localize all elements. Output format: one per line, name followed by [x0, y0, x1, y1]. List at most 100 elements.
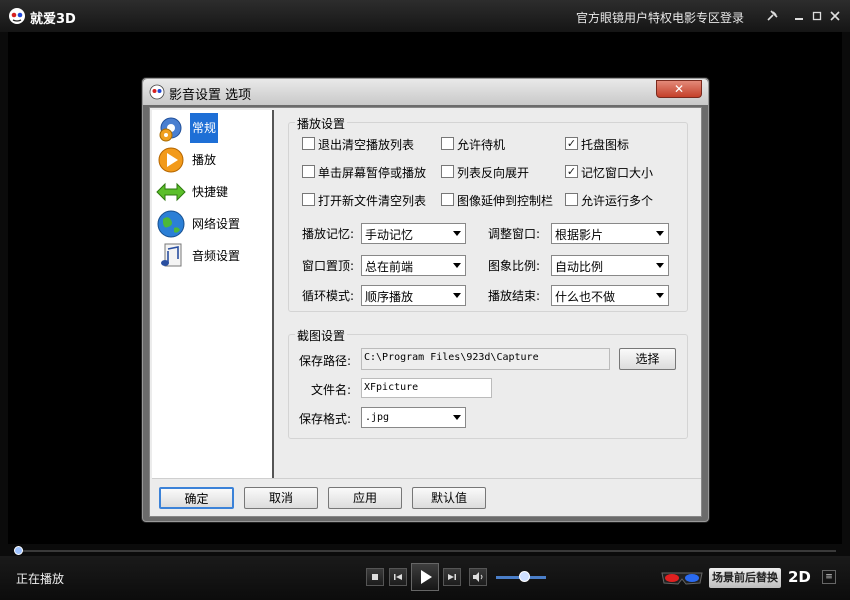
nav-item-hotkeys[interactable]: 快捷键 [154, 176, 272, 206]
checkbox-box[interactable] [441, 137, 454, 150]
checkbox-box-checked[interactable]: ✓ [565, 165, 578, 178]
nav-label: 快捷键 [192, 185, 229, 199]
play-icon[interactable] [411, 563, 439, 591]
select-value: 根据影片 [555, 228, 604, 242]
checkbox-label: 图像延伸到控制栏 [457, 194, 554, 208]
checkbox-label: 打开新文件清空列表 [318, 194, 427, 208]
nav-label: 网络设置 [192, 217, 241, 231]
save-path-field[interactable]: C:\Program Files\923d\Capture [361, 348, 610, 370]
volume-handle[interactable] [518, 571, 530, 582]
menu-icon[interactable]: ≡ [822, 570, 836, 584]
nav-label: 常规 [190, 113, 219, 143]
playback-end-select[interactable]: 什么也不做 [551, 285, 669, 306]
music-icon [161, 243, 182, 267]
chevron-down-icon [453, 263, 461, 268]
title-bar[interactable]: 就爱3D 官方眼镜用户特权电影专区 登录 [0, 0, 850, 32]
browse-button[interactable]: 选择 [619, 348, 676, 370]
checkbox-box[interactable] [441, 165, 454, 178]
select-label: 图象比例: [488, 259, 541, 273]
playback-memory-select[interactable]: 手动记忆 [361, 223, 466, 244]
gear-icon [159, 117, 182, 142]
seek-handle[interactable] [14, 546, 23, 555]
prev-icon[interactable] [389, 568, 407, 586]
select-label: 窗口置顶: [302, 259, 355, 273]
filename-label: 文件名: [311, 383, 352, 397]
ok-button[interactable]: 确定 [159, 487, 234, 509]
volume-icon[interactable] [469, 568, 487, 586]
nav-label: 音频设置 [192, 249, 241, 263]
select-label: 调整窗口: [488, 227, 541, 241]
select-value: 什么也不做 [555, 290, 616, 304]
aspect-ratio-select[interactable]: 自动比例 [551, 255, 669, 276]
capture-settings-title: 截图设置 [295, 327, 348, 344]
save-path-label: 保存路径: [299, 354, 352, 368]
settings-dialog: 影音设置 选项 ✕ 常规 播放 快捷键 网络设置 音频设置 播放设置 退出清空播… [142, 78, 709, 522]
minimize-icon[interactable] [792, 9, 806, 23]
login-link[interactable]: 登录 [720, 9, 744, 26]
app-logo-icon [9, 8, 25, 24]
select-value: 总在前端 [365, 260, 414, 274]
checkbox-label: 允许待机 [457, 138, 506, 152]
app-title: 就爱3D [30, 12, 76, 27]
close-icon[interactable] [828, 9, 842, 23]
2d-mode-button[interactable]: 2D [788, 568, 811, 586]
window-on-top-select[interactable]: 总在前端 [361, 255, 466, 276]
filename-field[interactable]: XFpicture [361, 378, 492, 398]
checkbox-label: 单击屏幕暂停或播放 [318, 166, 427, 180]
checkbox-label: 记忆窗口大小 [581, 166, 654, 180]
player-window: 就爱3D 官方眼镜用户特权电影专区 登录 影音设置 选项 ✕ 常规 播放 快捷键… [0, 0, 850, 600]
settings-nav: 常规 播放 快捷键 网络设置 音频设置 [152, 110, 274, 478]
checkbox-box[interactable] [441, 193, 454, 206]
adjust-window-select[interactable]: 根据影片 [551, 223, 669, 244]
chevron-down-icon [656, 231, 664, 236]
checkbox-box[interactable] [302, 193, 315, 206]
next-icon[interactable] [443, 568, 461, 586]
chevron-down-icon [453, 231, 461, 236]
chevron-down-icon [453, 415, 461, 420]
checkbox-box[interactable] [565, 193, 578, 206]
nav-item-general[interactable]: 常规 [154, 112, 272, 143]
chevron-down-icon [656, 293, 664, 298]
3d-glasses-icon[interactable] [660, 567, 704, 589]
checkbox-box-checked[interactable]: ✓ [565, 137, 578, 150]
promo-link[interactable]: 官方眼镜用户特权电影专区 [576, 9, 720, 26]
dialog-body: 常规 播放 快捷键 网络设置 音频设置 播放设置 退出清空播放列表 允许待机 ✓… [149, 107, 702, 517]
dialog-title: 影音设置 选项 [169, 88, 252, 103]
maximize-icon[interactable] [810, 9, 824, 23]
control-bar: 正在播放 场景前后替换 2D ≡ [0, 556, 850, 600]
dialog-footer: 确定 取消 应用 默认值 [152, 478, 701, 516]
apply-button[interactable]: 应用 [328, 487, 402, 509]
seek-bar[interactable] [8, 546, 842, 556]
loop-mode-select[interactable]: 顺序播放 [361, 285, 466, 306]
checkbox-label: 允许运行多个 [581, 194, 654, 208]
select-label: 播放结束: [488, 289, 541, 303]
save-format-select[interactable]: .jpg [361, 407, 466, 428]
default-button[interactable]: 默认值 [412, 487, 486, 509]
dialog-close-button[interactable]: ✕ [656, 80, 702, 98]
nav-item-network[interactable]: 网络设置 [154, 208, 272, 238]
cancel-button[interactable]: 取消 [244, 487, 318, 509]
save-format-label: 保存格式: [299, 412, 352, 426]
dialog-title-bar[interactable]: 影音设置 选项 ✕ [143, 79, 708, 105]
chevron-down-icon [656, 263, 664, 268]
scene-swap-button[interactable]: 场景前后替换 [709, 568, 781, 588]
checkbox-label: 托盘图标 [581, 138, 630, 152]
checkbox-box[interactable] [302, 137, 315, 150]
stop-icon[interactable] [366, 568, 384, 586]
nav-label: 播放 [192, 153, 217, 167]
nav-item-audio[interactable]: 音频设置 [154, 240, 272, 270]
arrows-icon [156, 182, 186, 202]
seek-track[interactable] [18, 550, 836, 552]
select-value: .jpg [365, 412, 390, 423]
play-icon [158, 147, 184, 173]
checkbox-box[interactable] [302, 165, 315, 178]
select-value: 顺序播放 [365, 290, 414, 304]
nav-item-playback[interactable]: 播放 [154, 144, 272, 174]
chevron-down-icon [453, 293, 461, 298]
select-label: 循环模式: [302, 289, 355, 303]
checkbox-label: 列表反向展开 [457, 166, 530, 180]
select-value: 手动记忆 [365, 228, 414, 242]
pin-icon[interactable] [765, 9, 779, 23]
play-settings-title: 播放设置 [295, 115, 348, 132]
playback-status: 正在播放 [16, 572, 65, 586]
